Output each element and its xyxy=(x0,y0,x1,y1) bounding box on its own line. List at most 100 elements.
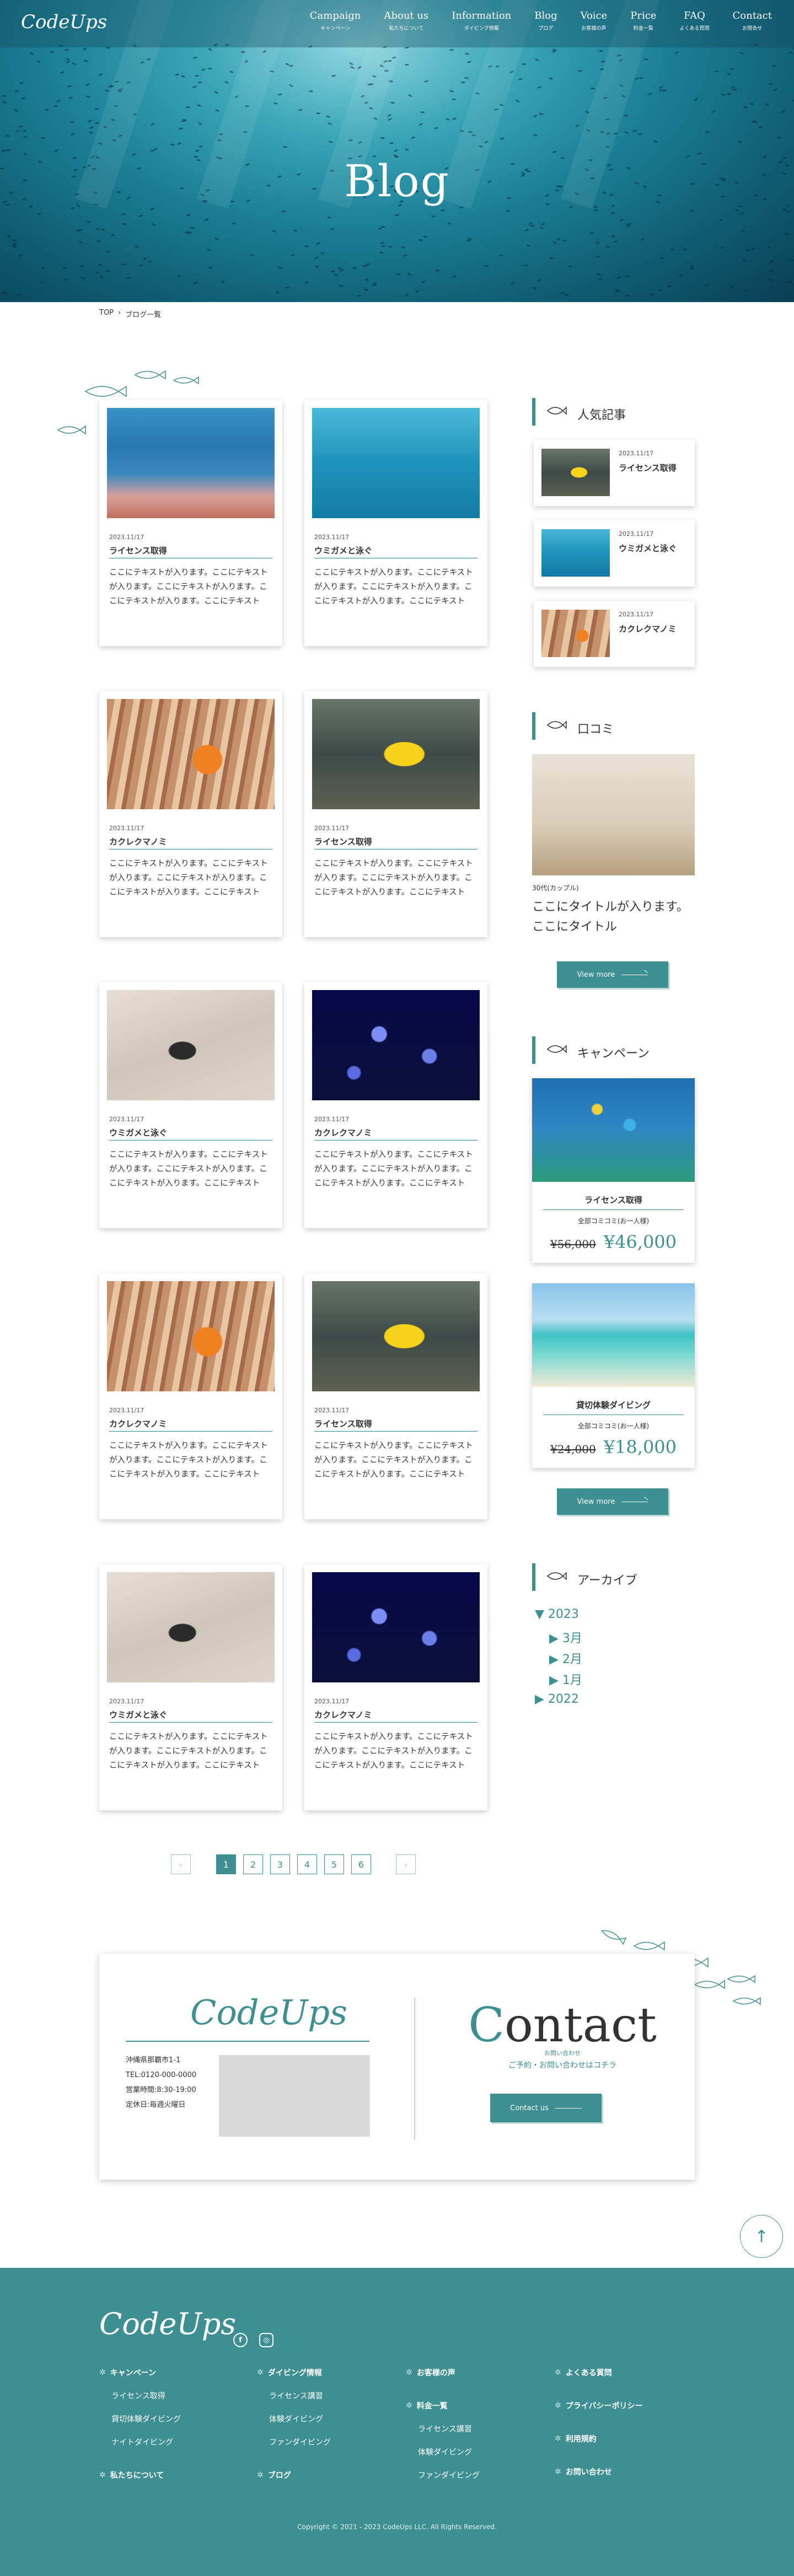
pagination-prev[interactable]: ‹ xyxy=(171,1854,191,1874)
nav-item-campaign[interactable]: Campaign キャンペーン xyxy=(310,10,361,31)
blog-card[interactable]: 2023.11/17 ライセンス取得 ここにテキストが入ります。ここにテキストが入り… xyxy=(99,400,282,646)
fish-silhouette xyxy=(100,228,106,232)
fish-silhouette xyxy=(720,93,726,96)
nav-label-ja: お客様の声 xyxy=(581,26,607,31)
fish-silhouette xyxy=(6,149,11,152)
nav-item-information[interactable]: Information ダイビング情報 xyxy=(452,10,511,31)
fish-silhouette xyxy=(658,288,663,292)
blog-card[interactable]: 2023.11/17 ライセンス取得 ここにテキストが入ります。ここにテキストが入り… xyxy=(304,691,487,937)
pagination-page[interactable]: 5 xyxy=(324,1854,344,1874)
fish-silhouette xyxy=(670,248,675,251)
fish-silhouette xyxy=(739,51,744,55)
footer-heading-price[interactable]: ✲ 料金一覧 xyxy=(406,2400,448,2411)
campaign-card[interactable]: 貸切体験ダイビング 全部コミコミ(お一人様) ¥24,000 ¥18,000 xyxy=(532,1283,695,1468)
blog-card[interactable]: 2023.11/17 カクレクマノミ ここにテキストが入ります。ここにテキストが入り… xyxy=(304,1564,487,1810)
footer-link[interactable]: ライセンス講習 xyxy=(269,2390,323,2401)
footer-heading-col4[interactable]: ✲ 利用規約 xyxy=(555,2433,597,2444)
pagination-page[interactable]: 6 xyxy=(351,1854,371,1874)
review-view-more-button[interactable]: View more xyxy=(557,961,668,988)
blog-card[interactable]: 2023.11/17 ウミガメと泳ぐ ここにテキストが入ります。ここにテキストが入り… xyxy=(304,400,487,646)
pagination-page[interactable]: 3 xyxy=(270,1854,290,1874)
nav-item-voice[interactable]: Voice お客様の声 xyxy=(581,10,608,31)
footer-heading-col4[interactable]: ✲ よくある質問 xyxy=(555,2367,612,2378)
fish-silhouette xyxy=(214,237,219,241)
nav-item-price[interactable]: Price 料金一覧 xyxy=(630,10,656,31)
fish-silhouette xyxy=(170,143,175,146)
fish-silhouette xyxy=(624,294,630,298)
map-placeholder[interactable] xyxy=(219,2055,370,2137)
popular-item[interactable]: 2023.11/17 ライセンス取得 xyxy=(534,440,695,506)
footer-link[interactable]: ライセンス取得 xyxy=(111,2390,165,2401)
instagram-icon[interactable]: ◎ xyxy=(259,2333,273,2347)
fish-silhouette xyxy=(196,104,202,107)
pagination-next[interactable]: › xyxy=(396,1854,416,1874)
fish-silhouette xyxy=(364,278,369,281)
footer-heading-col4[interactable]: ✲ お問い合わせ xyxy=(555,2466,612,2477)
facebook-icon[interactable]: f xyxy=(233,2333,248,2347)
archive-month-3[interactable]: ▶ 3月 xyxy=(549,1628,582,1646)
blog-card[interactable]: 2023.11/17 ライセンス取得 ここにテキストが入ります。ここにテキストが入り… xyxy=(304,1273,487,1519)
nav-item-about-us[interactable]: About us 私たちについて xyxy=(384,10,428,31)
pagination-page[interactable]: 1 xyxy=(216,1854,236,1874)
fish-silhouette xyxy=(379,251,384,254)
campaign-view-more-button[interactable]: View more xyxy=(557,1488,668,1515)
site-logo[interactable]: CodeUps xyxy=(21,11,107,33)
footer-link[interactable]: ファンダイビング xyxy=(269,2437,331,2448)
footer-link[interactable]: ナイトダイビング xyxy=(111,2437,173,2448)
popular-item[interactable]: 2023.11/17 カクレクマノミ xyxy=(534,601,695,667)
popular-item-date: 2023.11/17 xyxy=(619,530,654,537)
fish-silhouette xyxy=(658,85,664,89)
heading-bar xyxy=(532,398,535,426)
archive-month-2[interactable]: ▶ 2月 xyxy=(549,1649,582,1667)
footer-heading-blog[interactable]: ✲ ブログ xyxy=(257,2470,291,2481)
footer-heading-information[interactable]: ✲ ダイビング情報 xyxy=(257,2367,322,2378)
fish-silhouette xyxy=(89,126,94,130)
footer-link[interactable]: ライセンス講習 xyxy=(418,2423,472,2434)
footer-link[interactable]: 貸切体験ダイビング xyxy=(111,2413,181,2424)
footer-link[interactable]: ファンダイビング xyxy=(418,2470,480,2481)
contact-us-button[interactable]: Contact us xyxy=(490,2094,602,2122)
footer-heading-campaign[interactable]: ✲ キャンペーン xyxy=(99,2367,156,2378)
nav-item-faq[interactable]: FAQ よくある質問 xyxy=(680,10,710,31)
nav-item-blog[interactable]: Blog ブログ xyxy=(534,10,557,31)
fish-silhouette xyxy=(98,73,103,77)
blog-card-excerpt: ここにテキストが入ります。ここにテキストが入ります。ここにテキストが入ります。こ… xyxy=(314,1733,473,1770)
blog-card[interactable]: 2023.11/17 ウミガメと泳ぐ ここにテキストが入ります。ここにテキストが入り… xyxy=(99,982,282,1228)
review-title[interactable]: ここにタイトルが入ります。ここにタイトル xyxy=(532,897,692,937)
fish-silhouette xyxy=(650,293,655,297)
nav-item-contact[interactable]: Contact お問合せ xyxy=(733,10,772,31)
breadcrumb-home[interactable]: TOP xyxy=(99,309,114,319)
pagination-page[interactable]: 2 xyxy=(243,1854,263,1874)
footer-heading-voice[interactable]: ✲ お客様の声 xyxy=(406,2367,455,2378)
archive-month-1[interactable]: ▶ 1月 xyxy=(549,1670,582,1688)
site-header: CodeUps Campaign キャンペーン About us 私たちについて Inf… xyxy=(0,0,794,47)
footer-heading-col4[interactable]: ✲ プライバシーポリシー xyxy=(555,2400,642,2411)
blog-card-date: 2023.11/17 xyxy=(109,1407,144,1414)
footer-logo[interactable]: CodeUps xyxy=(99,2306,236,2341)
fish-silhouette xyxy=(15,129,20,133)
fish-silhouette xyxy=(786,210,791,214)
popular-item[interactable]: 2023.11/17 ウミガメと泳ぐ xyxy=(534,520,695,587)
archive-year-2022[interactable]: ▶ 2022 xyxy=(535,1692,579,1706)
fish-silhouette xyxy=(363,288,369,292)
diamond-icon: ✲ xyxy=(555,2434,561,2443)
fish-silhouette xyxy=(285,286,290,289)
fish-silhouette xyxy=(598,278,603,281)
footer-link[interactable]: 体験ダイビング xyxy=(269,2413,323,2424)
campaign-photo xyxy=(532,1078,695,1182)
archive-year-2023[interactable]: ▼ 2023 xyxy=(535,1607,579,1621)
blog-card[interactable]: 2023.11/17 カクレクマノミ ここにテキストが入ります。ここにテキストが入り… xyxy=(304,982,487,1228)
pagination-page[interactable]: 4 xyxy=(297,1854,317,1874)
blog-card[interactable]: 2023.11/17 カクレクマノミ ここにテキストが入ります。ここにテキストが入り… xyxy=(99,1273,282,1519)
back-to-top-button[interactable]: ↑ xyxy=(740,2215,783,2258)
footer-link[interactable]: 体験ダイビング xyxy=(418,2446,472,2457)
footer-heading-about[interactable]: ✲ 私たちについて xyxy=(99,2470,164,2481)
blog-card[interactable]: 2023.11/17 カクレクマノミ ここにテキストが入ります。ここにテキストが入り… xyxy=(99,691,282,937)
nav-label-en: Campaign xyxy=(309,10,361,21)
blog-card[interactable]: 2023.11/17 ウミガメと泳ぐ ここにテキストが入ります。ここにテキストが入り… xyxy=(99,1564,282,1810)
fish-silhouette xyxy=(85,95,91,99)
fish-silhouette xyxy=(440,209,446,212)
popular-item-photo xyxy=(541,449,610,496)
fish-silhouette xyxy=(104,89,110,93)
campaign-card[interactable]: ライセンス取得 全部コミコミ(お一人様) ¥56,000 ¥46,000 xyxy=(532,1078,695,1263)
